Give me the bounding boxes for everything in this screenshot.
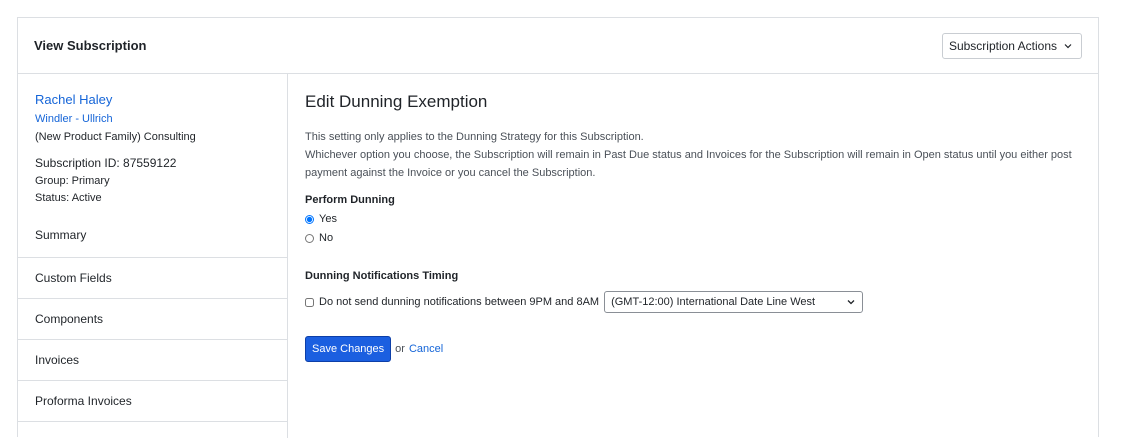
- timezone-select[interactable]: (GMT-12:00) International Date Line West: [604, 291, 864, 313]
- sidebar-nav: Summary Custom Fields Components Invoice…: [18, 228, 287, 422]
- company-link[interactable]: Windler - Ullrich: [18, 113, 287, 125]
- sidebar-item-summary[interactable]: Summary: [18, 228, 287, 258]
- save-changes-button[interactable]: Save Changes: [305, 336, 392, 362]
- main-content: Edit Dunning Exemption This setting only…: [288, 74, 1098, 438]
- sidebar: Rachel Haley Windler - Ullrich (New Prod…: [18, 74, 288, 438]
- description-line-2: Whichever option you choose, the Subscri…: [305, 149, 1072, 179]
- perform-dunning-no-label: No: [319, 232, 334, 244]
- perform-dunning-no[interactable]: No: [305, 232, 1081, 244]
- chevron-down-icon: [847, 300, 855, 305]
- perform-dunning-yes[interactable]: Yes: [305, 213, 1081, 225]
- subscription-status: Status: Active: [35, 192, 102, 204]
- or-text: or: [395, 343, 405, 355]
- form-actions: Save Changes or Cancel: [305, 336, 1081, 362]
- subscription-panel: View Subscription Subscription Actions R…: [17, 17, 1099, 438]
- quiet-hours-checkbox[interactable]: [305, 297, 314, 307]
- sidebar-item-invoices[interactable]: Invoices: [18, 340, 287, 381]
- description: This setting only applies to the Dunning…: [305, 128, 1081, 182]
- product-family: (New Product Family) Consulting: [35, 131, 196, 143]
- perform-dunning-label: Perform Dunning: [305, 194, 395, 206]
- panel-header: View Subscription Subscription Actions: [18, 18, 1098, 74]
- sidebar-item-components[interactable]: Components: [18, 299, 287, 340]
- cancel-link[interactable]: Cancel: [409, 343, 443, 355]
- subscription-actions-label: Subscription Actions: [948, 38, 1057, 53]
- page-title: View Subscription: [34, 38, 147, 53]
- description-line-1: This setting only applies to the Dunning…: [305, 131, 644, 143]
- perform-dunning-no-radio[interactable]: [305, 233, 314, 243]
- subscription-actions-button[interactable]: Subscription Actions: [941, 32, 1082, 59]
- sidebar-item-proforma-invoices[interactable]: Proforma Invoices: [18, 381, 287, 422]
- panel-body: Rachel Haley Windler - Ullrich (New Prod…: [18, 74, 1098, 438]
- timezone-value: (GMT-12:00) International Date Line West: [611, 296, 816, 308]
- section-title: Edit Dunning Exemption: [305, 92, 488, 111]
- perform-dunning-yes-label: Yes: [319, 213, 337, 225]
- quiet-hours-label: Do not send dunning notifications betwee…: [319, 296, 600, 308]
- subscription-group: Group: Primary: [35, 175, 110, 187]
- chevron-down-icon: [1064, 43, 1072, 48]
- customer-name-link[interactable]: Rachel Haley: [18, 92, 287, 107]
- sidebar-item-custom-fields[interactable]: Custom Fields: [18, 258, 287, 299]
- perform-dunning-yes-radio[interactable]: [305, 214, 314, 224]
- notifications-timing-label: Dunning Notifications Timing: [305, 270, 459, 282]
- subscription-id: Subscription ID: 87559122: [35, 156, 177, 170]
- quiet-hours-row: Do not send dunning notifications betwee…: [305, 291, 1081, 313]
